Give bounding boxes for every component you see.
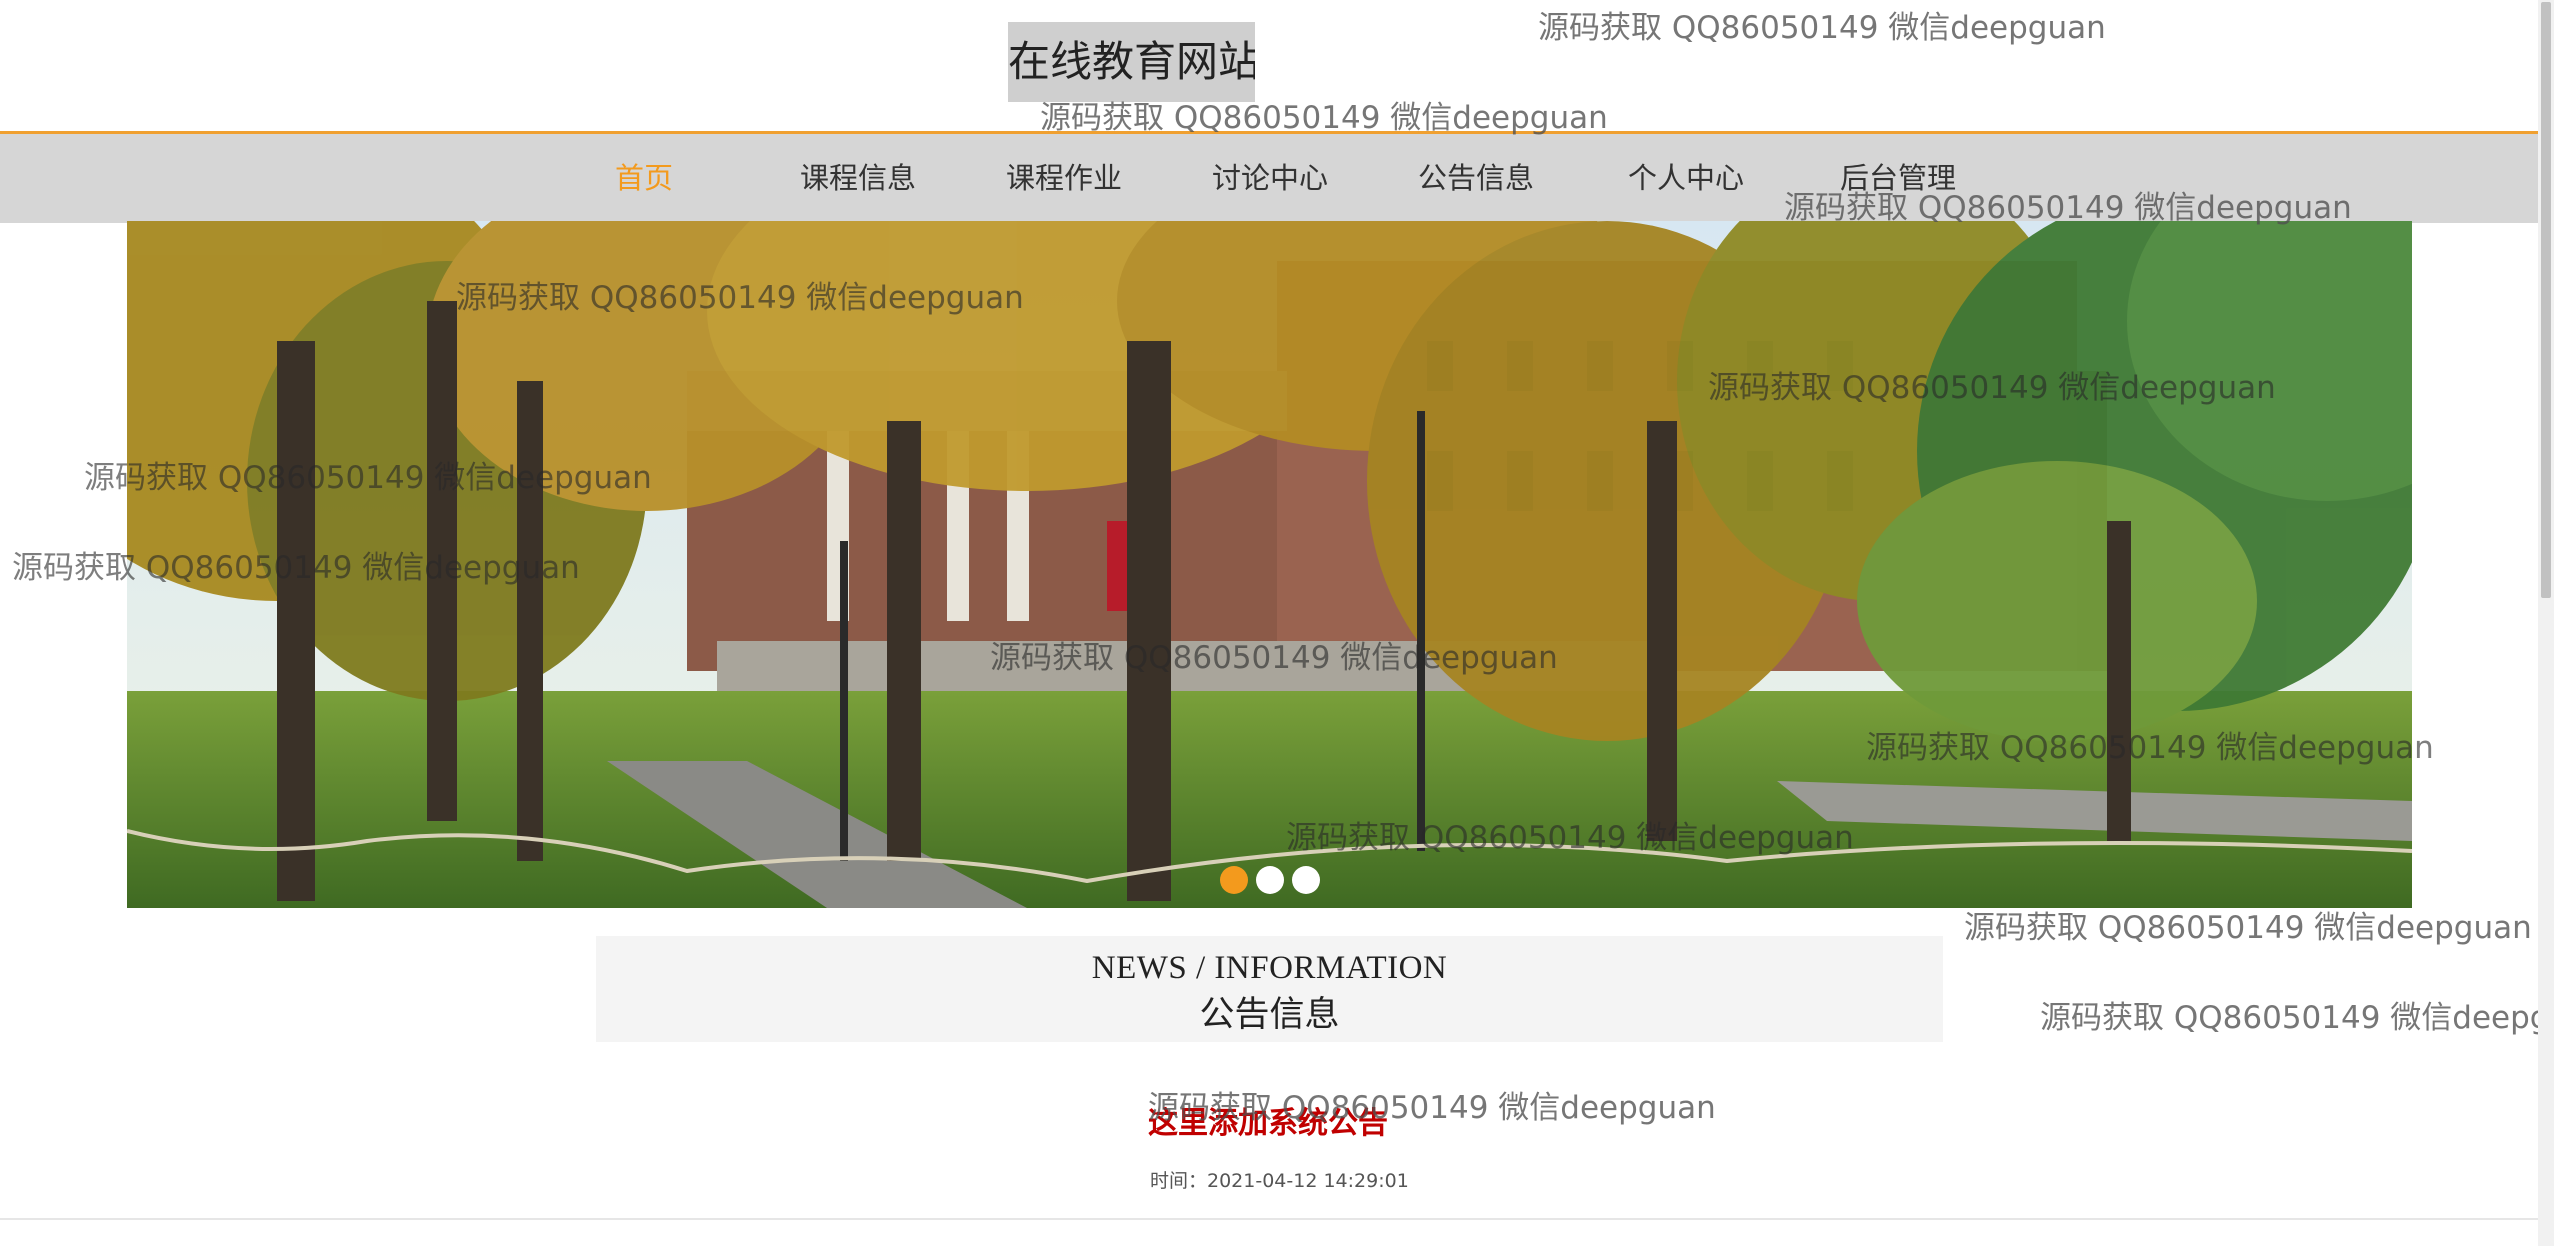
banner-slide-image[interactable] — [127, 221, 2412, 908]
nav-item-discussion[interactable]: 讨论中心 — [1212, 134, 1328, 223]
watermark-text: 源码获取 QQ86050149 微信deepguan — [1538, 10, 2106, 46]
news-section-header: NEWS / INFORMATION 公告信息 — [596, 936, 1943, 1042]
main-nav: 首页 课程信息 课程作业 讨论中心 公告信息 个人中心 后台管理 — [0, 131, 2538, 223]
watermark-text: 源码获取 QQ86050149 微信deepguan — [1964, 910, 2532, 946]
carousel-dot-2[interactable] — [1256, 866, 1284, 894]
campus-scene-image — [127, 221, 2412, 908]
watermark-text: 源码获取 QQ86050149 微信deepguan — [2040, 1000, 2538, 1036]
scrollbar-thumb[interactable] — [2541, 2, 2551, 598]
news-heading-cn: 公告信息 — [1199, 995, 1340, 1034]
carousel-dot-1[interactable] — [1220, 866, 1248, 894]
nav-item-homework[interactable]: 课程作业 — [1006, 134, 1122, 223]
site-title: 在线教育网站 — [1008, 22, 1255, 102]
carousel-dot-3[interactable] — [1292, 866, 1320, 894]
nav-item-home[interactable]: 首页 — [615, 134, 673, 223]
nav-item-personal-center[interactable]: 个人中心 — [1628, 134, 1744, 223]
notice-title-link[interactable]: 这里添加系统公告 — [1148, 1098, 1388, 1142]
news-heading-en: NEWS / INFORMATION — [1091, 950, 1448, 986]
nav-item-courses[interactable]: 课程信息 — [800, 134, 916, 223]
notice-time: 时间：2021-04-12 14:29:01 — [1150, 1170, 1409, 1192]
nav-item-announcements[interactable]: 公告信息 — [1418, 134, 1534, 223]
nav-item-admin[interactable]: 后台管理 — [1840, 134, 1956, 223]
divider — [0, 1218, 2538, 1220]
